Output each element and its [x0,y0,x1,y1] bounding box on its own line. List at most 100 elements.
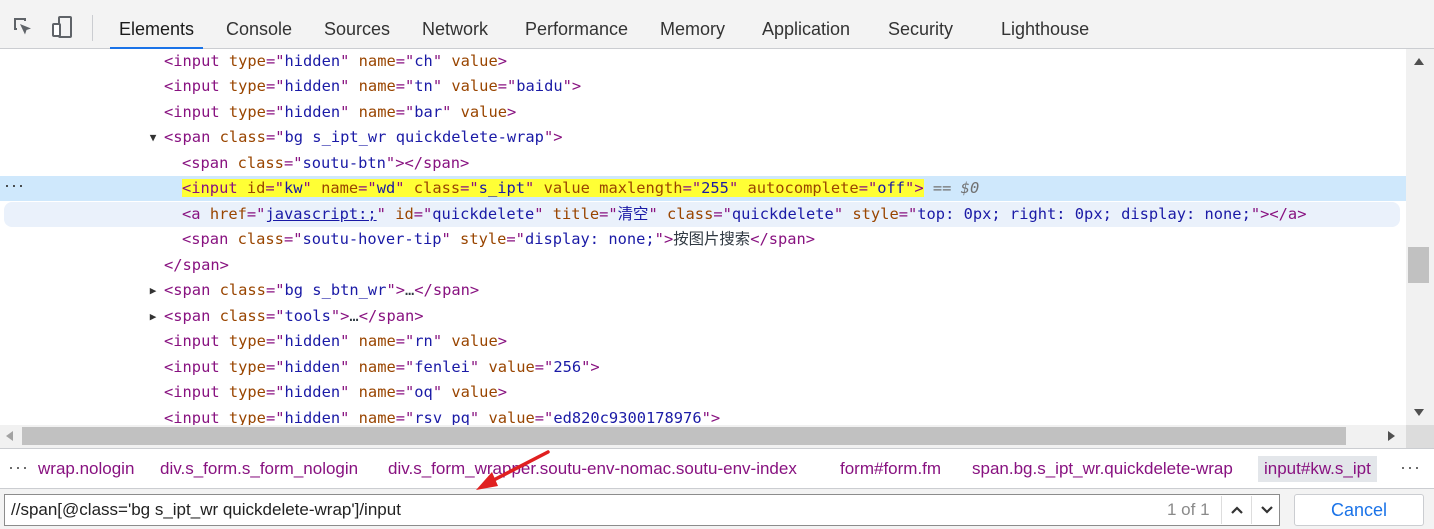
tab-memory[interactable]: Memory [660,8,725,49]
tag-close: > [553,128,563,146]
tab-console[interactable]: Console [226,8,292,49]
ellipsis-text[interactable]: … [349,307,358,325]
attr-value: display: none; [524,230,655,248]
attr-value: tn [414,77,433,95]
attr-punct: =" [265,103,285,121]
attr-value: quickdelete [432,205,535,223]
attr-punct: " [385,154,396,172]
tag-name: <span [164,281,211,299]
tree-node[interactable]: <input type="hidden" name="oq" value> [0,380,1406,405]
attr-name: autocomplete [738,179,859,197]
attr-punct: " [534,205,544,223]
tree-node[interactable]: <span class="soutu-btn"></span> [0,151,1406,176]
breadcrumb-item[interactable]: form#form.fm [840,459,941,479]
horizontal-scrollbar[interactable] [0,425,1406,448]
search-input[interactable] [11,495,1151,525]
attr-name: name [349,332,396,350]
cancel-button[interactable]: Cancel [1294,494,1424,526]
attr-punct: =" [265,77,285,95]
attr-punct: =" [265,128,285,146]
horizontal-scroll-thumb[interactable] [22,427,1346,445]
toolbar-separator [92,15,93,41]
attr-value: oq [414,383,433,401]
attr-name: type [219,358,266,376]
attr-punct: =" [395,103,415,121]
attr-value: tools [284,307,331,325]
more-dots-icon[interactable]: ··· [4,176,25,194]
arrow-up-icon [1230,506,1243,514]
tree-node[interactable]: <input type="hidden" name="rsv_pq" value… [0,406,1406,425]
tree-node[interactable]: <input type="hidden" name="ch" value> [0,49,1406,74]
attr-name: maxlength [589,179,683,197]
attr-value: kw [283,179,303,197]
attr-punct: =" [265,383,285,401]
vertical-scrollbar[interactable] [1406,49,1434,425]
tab-lighthouse[interactable]: Lighthouse [1001,8,1089,49]
ellipsis-text[interactable]: … [405,281,414,299]
scroll-up-arrow-icon[interactable] [1414,58,1424,65]
attr-punct: =" [265,332,285,350]
attr-punct: =" [283,154,303,172]
scroll-left-arrow-icon[interactable] [6,431,13,441]
breadcrumb-item[interactable]: wrap.nologin [38,459,134,479]
scroll-right-arrow-icon[interactable] [1388,431,1395,441]
collapse-caret-icon[interactable]: ▼ [146,125,160,150]
tag-close: > [590,358,600,376]
breadcrumb-item[interactable]: span.bg.s_ipt_wr.quickdelete-wrap [972,459,1233,479]
tree-node[interactable]: <input type="hidden" name="bar" value> [0,100,1406,125]
breadcrumb-more-left-icon[interactable]: ··· [8,457,29,478]
attr-name: type [219,52,266,70]
attr-punct: =" [413,205,433,223]
tab-performance[interactable]: Performance [525,8,628,49]
attr-value: baidu [516,77,563,95]
attr-value: 256 [553,358,582,376]
attr-punct: " [340,77,350,95]
tree-node[interactable]: <input type="hidden" name="rn" value> [0,329,1406,354]
tag-name: <input [164,332,220,350]
attr-punct: =" [265,409,285,425]
tree-node[interactable]: <input type="hidden" name="tn" value="ba… [0,74,1406,99]
attr-punct: " [441,230,451,248]
vertical-scroll-thumb[interactable] [1408,247,1429,283]
attr-punct: =" [395,52,415,70]
attr-value: soutu-btn [302,154,386,172]
tab-network[interactable]: Network [422,8,488,49]
tab-sources[interactable]: Sources [324,8,390,49]
attr-punct: =" [395,409,415,425]
tag-name: <span [164,128,211,146]
tree-node-collapsed[interactable]: ▶ <span class="bg s_btn_wr">…</span> [0,278,1406,303]
tree-node-expanded[interactable]: ▼ <span class="bg s_ipt_wr quickdelete-w… [0,125,1406,150]
tab-application[interactable]: Application [762,8,850,49]
attr-value: soutu-hover-tip [302,230,442,248]
tree-node-hovered[interactable]: <a href="javascript:;" id="quickdelete" … [4,202,1400,227]
tree-node[interactable]: <span class="soutu-hover-tip" style="dis… [0,227,1406,252]
inspect-element-icon[interactable] [10,14,36,40]
attr-value: hidden [284,103,341,121]
attr-punct: =" [246,205,266,223]
attr-punct: " [340,52,350,70]
attr-name: name [349,358,396,376]
href-link[interactable]: javascript:; [265,205,376,223]
tab-security[interactable]: Security [888,8,953,49]
tab-elements[interactable]: Elements [110,8,204,49]
device-toolbar-icon[interactable] [50,14,76,40]
tree-node[interactable]: <input type="hidden" name="fenlei" value… [0,355,1406,380]
scroll-down-arrow-icon[interactable] [1414,409,1424,416]
attr-value: hidden [284,52,341,70]
tree-node-collapsed[interactable]: ▶ <span class="tools">…</span> [0,304,1406,329]
breadcrumb-item[interactable]: div.s_form.s_form_nologin [160,459,358,479]
tree-node[interactable]: </span> [0,253,1406,278]
expand-caret-icon[interactable]: ▶ [146,278,160,303]
breadcrumb-item-active[interactable]: input#kw.s_ipt [1258,456,1377,482]
previous-match-button[interactable] [1221,496,1251,524]
next-match-button[interactable] [1251,496,1281,524]
attr-value: fenlei [414,358,470,376]
breadcrumb-item[interactable]: div.s_form_wrapper.soutu-env-nomac.soutu… [388,459,797,479]
attr-name: value [442,52,498,70]
attr-name: value [442,383,498,401]
attr-name: title [543,205,600,223]
breadcrumb: ··· wrap.nologin div.s_form.s_form_nolog… [0,448,1434,488]
breadcrumb-more-right-icon[interactable]: ··· [1400,457,1421,478]
expand-caret-icon[interactable]: ▶ [146,304,160,329]
tree-node-selected[interactable]: ··· <input id="kw" name="wd" class="s_ip… [0,176,1406,201]
